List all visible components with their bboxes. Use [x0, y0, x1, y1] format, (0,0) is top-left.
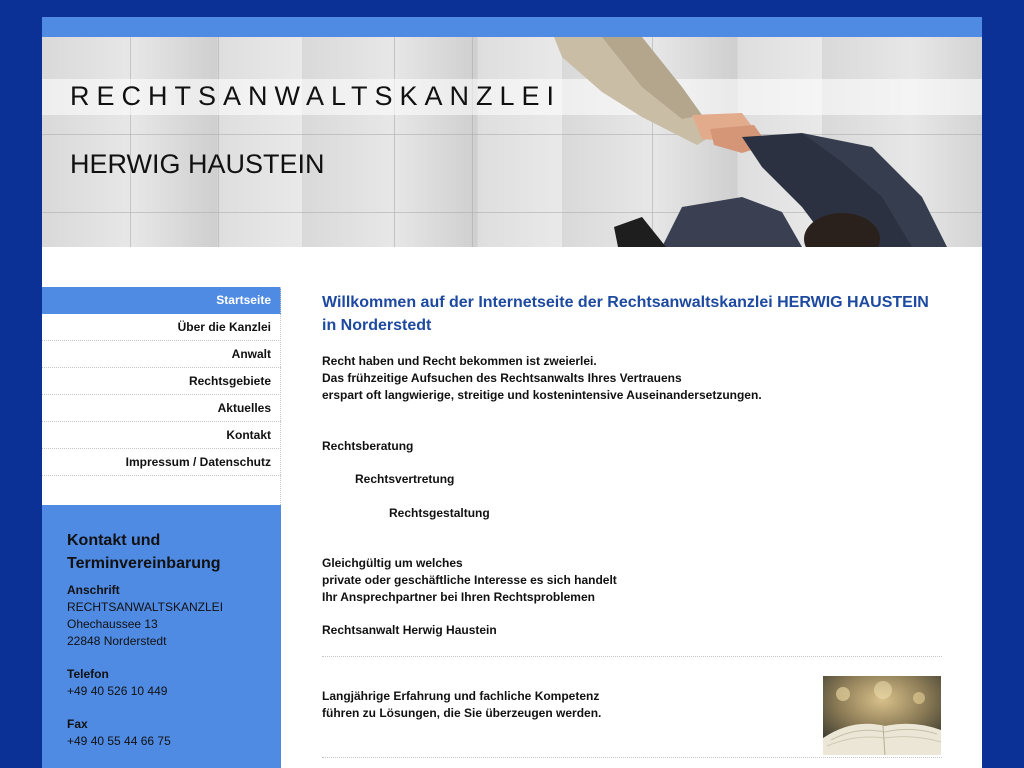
sidebar-divider: [280, 287, 281, 505]
page-title-line2: in Norderstedt: [322, 317, 432, 334]
open-book-image: [823, 676, 941, 755]
contact-title-line2: Terminvereinbarung: [67, 555, 221, 572]
address-line: Ohechaussee 13: [67, 617, 158, 631]
main-content: Willkommen auf der Internetseite der Rec…: [322, 291, 942, 758]
closing-line: Ihr Ansprechpartner bei Ihren Rechtsprob…: [322, 590, 595, 604]
fax-number: +49 40 55 44 66 75: [67, 734, 171, 748]
service-item: Rechtsvertretung: [355, 472, 455, 486]
content-divider: [322, 757, 942, 758]
fax-label: Fax: [67, 717, 88, 731]
address-line: 22848 Norderstedt: [67, 634, 167, 648]
nav-item-rechtsgebiete[interactable]: Rechtsgebiete: [42, 368, 281, 395]
nav-item-startseite[interactable]: Startseite: [42, 287, 281, 314]
top-accent-bar: [42, 17, 982, 37]
contact-title: Kontakt und Terminvereinbarung: [67, 529, 271, 575]
nav-item-anwalt[interactable]: Anwalt: [42, 341, 281, 368]
contact-box: Kontakt und Terminvereinbarung Anschrift…: [42, 505, 281, 768]
contact-title-line1: Kontakt und: [67, 532, 161, 549]
address-line: RECHTSANWALTSKANZLEI: [67, 600, 224, 614]
service-item: Rechtsgestaltung: [389, 506, 490, 520]
header-title-firm: RECHTSANWALTSKANZLEI: [70, 81, 562, 111]
signature: Rechtsanwalt Herwig Haustein: [322, 623, 497, 637]
header-banner: RECHTSANWALTSKANZLEI HERWIG HAUSTEIN: [42, 37, 982, 247]
page-container: RECHTSANWALTSKANZLEI HERWIG HAUSTEIN Sta…: [42, 17, 982, 768]
phone-number[interactable]: +49 40 526 10 449: [67, 683, 271, 700]
intro-line: Das frühzeitige Aufsuchen des Rechtsanwa…: [322, 371, 682, 385]
nav-item-ueber-die-kanzlei[interactable]: Über die Kanzlei: [42, 314, 281, 341]
nav-item-kontakt[interactable]: Kontakt: [42, 422, 281, 449]
phone-label: Telefon: [67, 667, 109, 681]
service-item: Rechtsberatung: [322, 439, 414, 453]
header-title-name: HERWIG HAUSTEIN: [70, 149, 325, 179]
page-title-line1: Willkommen auf der Internetseite der Rec…: [322, 294, 929, 311]
nav-item-aktuelles[interactable]: Aktuelles: [42, 395, 281, 422]
closing-line: Gleichgültig um welches: [322, 556, 463, 570]
intro-line: erspart oft langwierige, streitige und k…: [322, 388, 762, 402]
closing-line: private oder geschäftliche Interesse es …: [322, 573, 617, 587]
page-title: Willkommen auf der Internetseite der Rec…: [322, 291, 942, 337]
intro-line: Recht haben und Recht bekommen ist zweie…: [322, 354, 597, 368]
address-label: Anschrift: [67, 583, 120, 597]
sidebar-navigation: Startseite Über die Kanzlei Anwalt Recht…: [42, 287, 281, 476]
nav-item-impressum[interactable]: Impressum / Datenschutz: [42, 449, 281, 476]
handshake-photo: [554, 37, 947, 247]
